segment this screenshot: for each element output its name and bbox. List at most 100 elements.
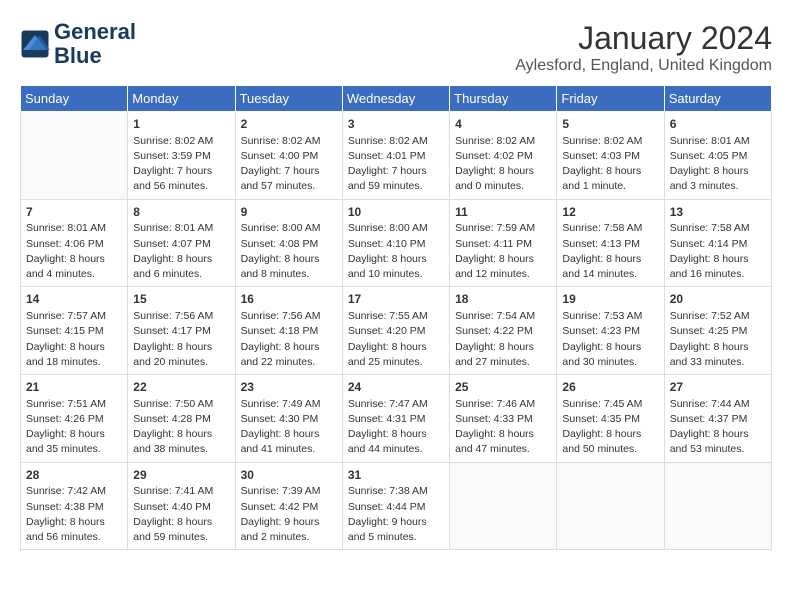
calendar-cell: 23Sunrise: 7:49 AM Sunset: 4:30 PM Dayli… [235, 375, 342, 463]
calendar-week-row: 7Sunrise: 8:01 AM Sunset: 4:06 PM Daylig… [21, 199, 772, 287]
day-number: 24 [348, 379, 444, 396]
day-info: Sunrise: 8:01 AM Sunset: 4:05 PM Dayligh… [670, 134, 766, 195]
day-info: Sunrise: 7:59 AM Sunset: 4:11 PM Dayligh… [455, 221, 551, 282]
calendar-cell: 12Sunrise: 7:58 AM Sunset: 4:13 PM Dayli… [557, 199, 664, 287]
day-number: 17 [348, 291, 444, 308]
day-info: Sunrise: 8:02 AM Sunset: 4:03 PM Dayligh… [562, 134, 658, 195]
col-sunday: Sunday [21, 86, 128, 112]
calendar-cell: 29Sunrise: 7:41 AM Sunset: 4:40 PM Dayli… [128, 462, 235, 550]
calendar-cell: 28Sunrise: 7:42 AM Sunset: 4:38 PM Dayli… [21, 462, 128, 550]
day-number: 28 [26, 467, 122, 484]
day-number: 20 [670, 291, 766, 308]
day-info: Sunrise: 7:39 AM Sunset: 4:42 PM Dayligh… [241, 484, 337, 545]
calendar-header-row: Sunday Monday Tuesday Wednesday Thursday… [21, 86, 772, 112]
day-info: Sunrise: 7:51 AM Sunset: 4:26 PM Dayligh… [26, 397, 122, 458]
day-info: Sunrise: 8:02 AM Sunset: 3:59 PM Dayligh… [133, 134, 229, 195]
day-number: 6 [670, 116, 766, 133]
calendar-cell [450, 462, 557, 550]
calendar-cell: 16Sunrise: 7:56 AM Sunset: 4:18 PM Dayli… [235, 287, 342, 375]
calendar-cell: 19Sunrise: 7:53 AM Sunset: 4:23 PM Dayli… [557, 287, 664, 375]
calendar-cell: 14Sunrise: 7:57 AM Sunset: 4:15 PM Dayli… [21, 287, 128, 375]
calendar-week-row: 21Sunrise: 7:51 AM Sunset: 4:26 PM Dayli… [21, 375, 772, 463]
day-number: 7 [26, 204, 122, 221]
calendar-cell: 13Sunrise: 7:58 AM Sunset: 4:14 PM Dayli… [664, 199, 771, 287]
day-number: 23 [241, 379, 337, 396]
day-info: Sunrise: 7:45 AM Sunset: 4:35 PM Dayligh… [562, 397, 658, 458]
title-block: January 2024 Aylesford, England, United … [515, 20, 772, 75]
col-monday: Monday [128, 86, 235, 112]
calendar-cell: 11Sunrise: 7:59 AM Sunset: 4:11 PM Dayli… [450, 199, 557, 287]
calendar-cell: 22Sunrise: 7:50 AM Sunset: 4:28 PM Dayli… [128, 375, 235, 463]
calendar-cell: 1Sunrise: 8:02 AM Sunset: 3:59 PM Daylig… [128, 112, 235, 200]
calendar-cell: 20Sunrise: 7:52 AM Sunset: 4:25 PM Dayli… [664, 287, 771, 375]
day-number: 25 [455, 379, 551, 396]
col-wednesday: Wednesday [342, 86, 449, 112]
day-info: Sunrise: 8:01 AM Sunset: 4:06 PM Dayligh… [26, 221, 122, 282]
calendar-cell: 6Sunrise: 8:01 AM Sunset: 4:05 PM Daylig… [664, 112, 771, 200]
day-info: Sunrise: 7:56 AM Sunset: 4:18 PM Dayligh… [241, 309, 337, 370]
col-friday: Friday [557, 86, 664, 112]
day-number: 12 [562, 204, 658, 221]
day-number: 16 [241, 291, 337, 308]
calendar-cell: 2Sunrise: 8:02 AM Sunset: 4:00 PM Daylig… [235, 112, 342, 200]
day-info: Sunrise: 8:02 AM Sunset: 4:00 PM Dayligh… [241, 134, 337, 195]
day-info: Sunrise: 7:57 AM Sunset: 4:15 PM Dayligh… [26, 309, 122, 370]
day-number: 29 [133, 467, 229, 484]
location: Aylesford, England, United Kingdom [515, 57, 772, 75]
day-number: 19 [562, 291, 658, 308]
day-number: 27 [670, 379, 766, 396]
day-info: Sunrise: 7:54 AM Sunset: 4:22 PM Dayligh… [455, 309, 551, 370]
calendar-cell: 3Sunrise: 8:02 AM Sunset: 4:01 PM Daylig… [342, 112, 449, 200]
day-info: Sunrise: 7:41 AM Sunset: 4:40 PM Dayligh… [133, 484, 229, 545]
day-number: 26 [562, 379, 658, 396]
day-info: Sunrise: 7:52 AM Sunset: 4:25 PM Dayligh… [670, 309, 766, 370]
day-info: Sunrise: 7:46 AM Sunset: 4:33 PM Dayligh… [455, 397, 551, 458]
day-info: Sunrise: 7:55 AM Sunset: 4:20 PM Dayligh… [348, 309, 444, 370]
day-info: Sunrise: 7:58 AM Sunset: 4:14 PM Dayligh… [670, 221, 766, 282]
day-number: 11 [455, 204, 551, 221]
calendar-cell: 25Sunrise: 7:46 AM Sunset: 4:33 PM Dayli… [450, 375, 557, 463]
calendar-cell: 9Sunrise: 8:00 AM Sunset: 4:08 PM Daylig… [235, 199, 342, 287]
calendar-cell [21, 112, 128, 200]
col-tuesday: Tuesday [235, 86, 342, 112]
calendar-cell: 30Sunrise: 7:39 AM Sunset: 4:42 PM Dayli… [235, 462, 342, 550]
header: General Blue January 2024 Aylesford, Eng… [20, 20, 772, 75]
month-title: January 2024 [515, 20, 772, 57]
day-number: 14 [26, 291, 122, 308]
day-info: Sunrise: 7:50 AM Sunset: 4:28 PM Dayligh… [133, 397, 229, 458]
calendar-cell [557, 462, 664, 550]
calendar-week-row: 1Sunrise: 8:02 AM Sunset: 3:59 PM Daylig… [21, 112, 772, 200]
day-number: 10 [348, 204, 444, 221]
day-info: Sunrise: 8:00 AM Sunset: 4:10 PM Dayligh… [348, 221, 444, 282]
calendar-cell: 5Sunrise: 8:02 AM Sunset: 4:03 PM Daylig… [557, 112, 664, 200]
day-number: 9 [241, 204, 337, 221]
calendar-cell: 27Sunrise: 7:44 AM Sunset: 4:37 PM Dayli… [664, 375, 771, 463]
day-number: 2 [241, 116, 337, 133]
day-info: Sunrise: 7:49 AM Sunset: 4:30 PM Dayligh… [241, 397, 337, 458]
day-number: 15 [133, 291, 229, 308]
day-number: 3 [348, 116, 444, 133]
day-number: 21 [26, 379, 122, 396]
calendar-cell: 8Sunrise: 8:01 AM Sunset: 4:07 PM Daylig… [128, 199, 235, 287]
day-number: 13 [670, 204, 766, 221]
calendar-cell: 4Sunrise: 8:02 AM Sunset: 4:02 PM Daylig… [450, 112, 557, 200]
day-number: 5 [562, 116, 658, 133]
day-info: Sunrise: 7:56 AM Sunset: 4:17 PM Dayligh… [133, 309, 229, 370]
day-number: 4 [455, 116, 551, 133]
calendar-table: Sunday Monday Tuesday Wednesday Thursday… [20, 85, 772, 550]
day-info: Sunrise: 7:53 AM Sunset: 4:23 PM Dayligh… [562, 309, 658, 370]
day-info: Sunrise: 7:38 AM Sunset: 4:44 PM Dayligh… [348, 484, 444, 545]
day-info: Sunrise: 7:44 AM Sunset: 4:37 PM Dayligh… [670, 397, 766, 458]
calendar-cell: 24Sunrise: 7:47 AM Sunset: 4:31 PM Dayli… [342, 375, 449, 463]
col-saturday: Saturday [664, 86, 771, 112]
day-info: Sunrise: 7:42 AM Sunset: 4:38 PM Dayligh… [26, 484, 122, 545]
calendar-page: General Blue January 2024 Aylesford, Eng… [0, 0, 792, 612]
day-info: Sunrise: 7:58 AM Sunset: 4:13 PM Dayligh… [562, 221, 658, 282]
day-number: 8 [133, 204, 229, 221]
day-number: 1 [133, 116, 229, 133]
calendar-cell: 17Sunrise: 7:55 AM Sunset: 4:20 PM Dayli… [342, 287, 449, 375]
day-number: 30 [241, 467, 337, 484]
col-thursday: Thursday [450, 86, 557, 112]
calendar-cell: 10Sunrise: 8:00 AM Sunset: 4:10 PM Dayli… [342, 199, 449, 287]
day-number: 18 [455, 291, 551, 308]
